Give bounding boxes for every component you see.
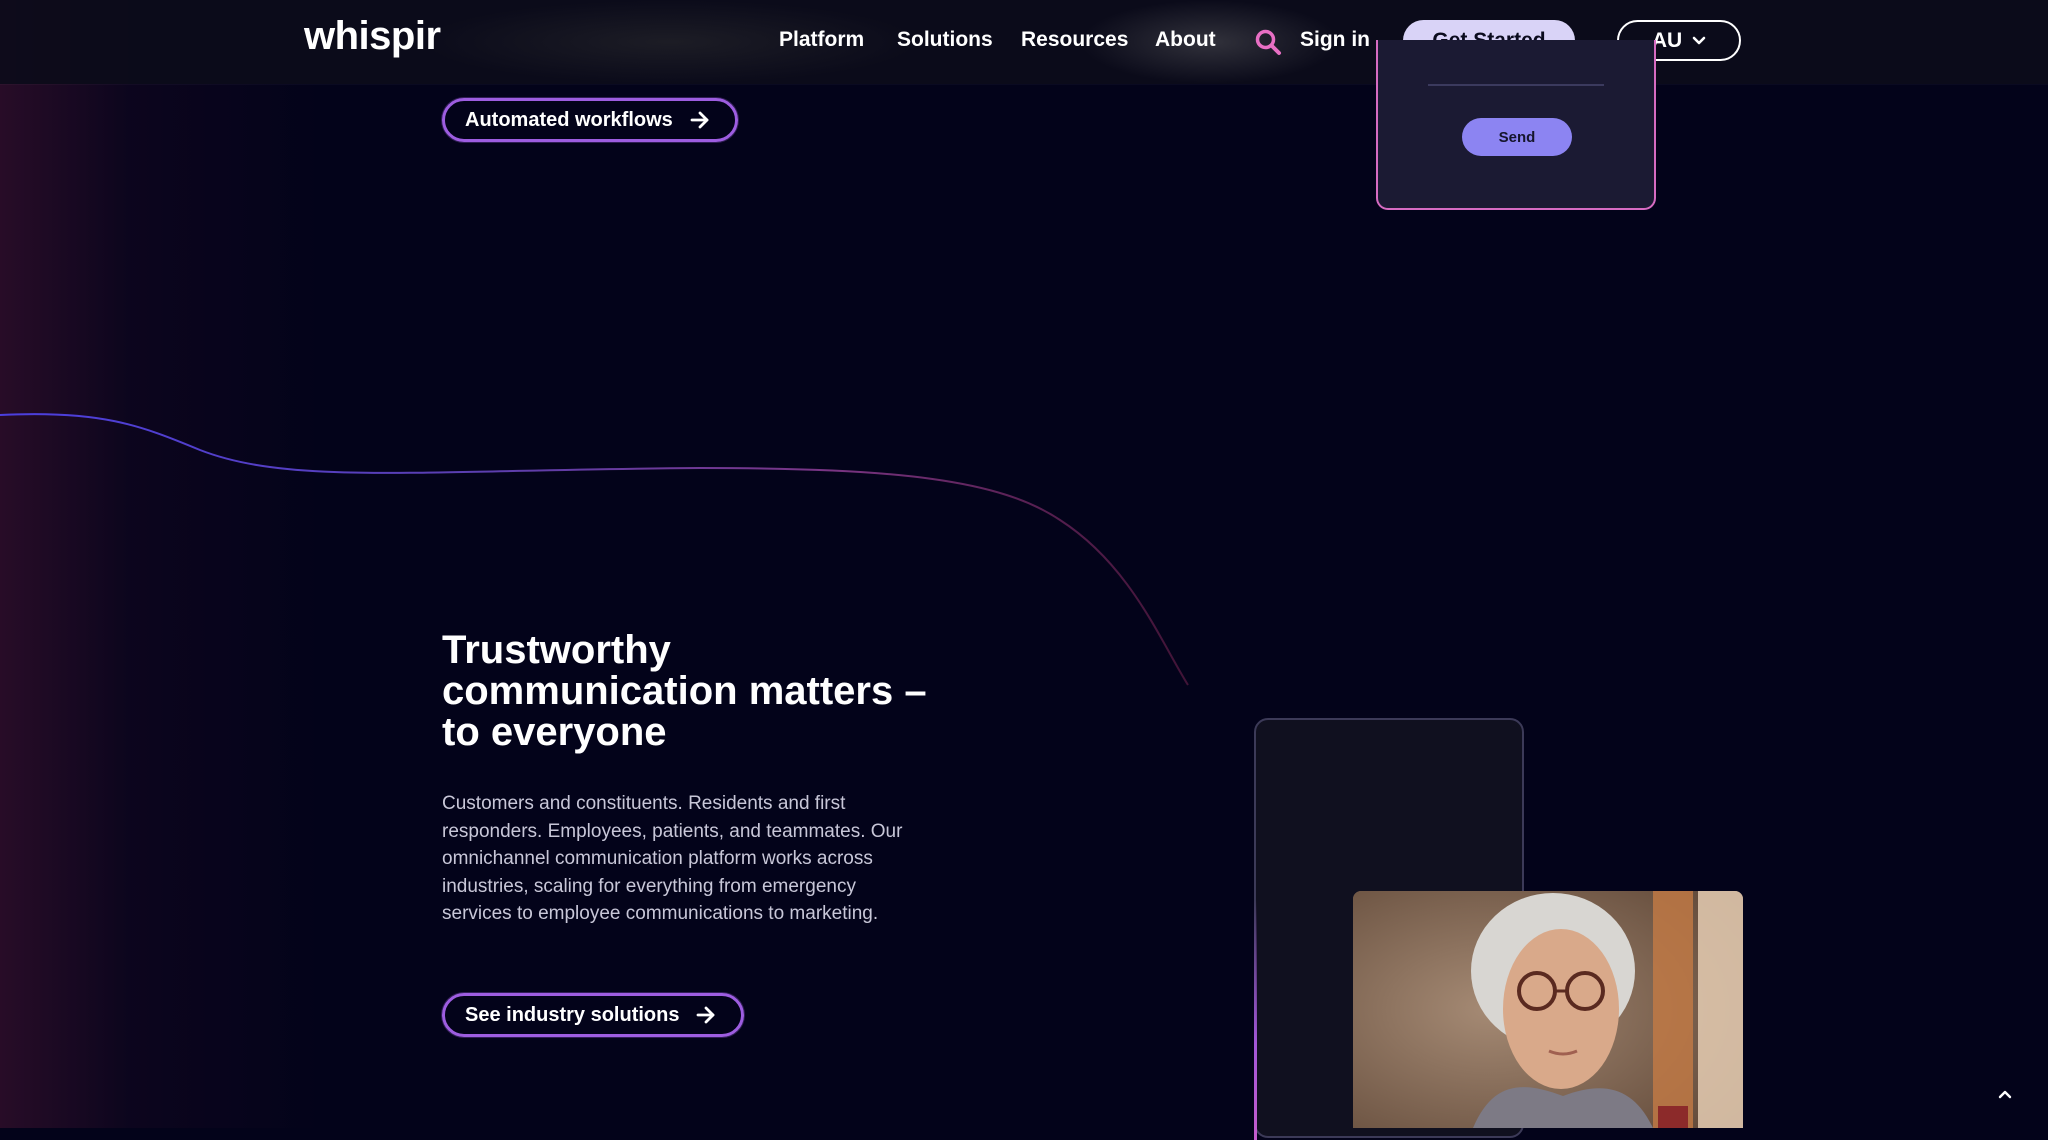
chevron-up-icon: [1998, 1090, 2012, 1099]
see-industry-solutions-label: See industry solutions: [465, 1003, 680, 1026]
nav-item-platform[interactable]: Platform: [779, 28, 864, 52]
nav-item-solutions[interactable]: Solutions: [897, 28, 993, 52]
form-input-underline[interactable]: [1428, 84, 1604, 86]
section-headline: Trustworthy communication matters – to e…: [442, 628, 927, 754]
arrow-right-icon: [697, 1006, 715, 1024]
woman-portrait-image: [1353, 891, 1743, 1128]
scroll-to-top-button[interactable]: [1985, 1074, 2025, 1114]
chevron-down-icon: [1692, 36, 1706, 44]
automated-workflows-button[interactable]: Automated workflows: [442, 98, 738, 142]
logo[interactable]: whispir: [304, 14, 441, 59]
arrow-right-icon: [690, 111, 709, 129]
automated-workflows-label: Automated workflows: [465, 108, 673, 131]
nav-item-about[interactable]: About: [1155, 28, 1216, 52]
send-button[interactable]: Send: [1462, 118, 1572, 156]
site-header: whispir Platform Solutions Resources Abo…: [0, 0, 2048, 84]
search-icon[interactable]: [1254, 28, 1282, 56]
card-accent: [1254, 900, 1257, 1140]
form-card: Send: [1376, 40, 1656, 210]
region-label: AU: [1651, 28, 1683, 52]
section-body: Customers and constituents. Residents an…: [442, 793, 903, 925]
sign-in-link[interactable]: Sign in: [1300, 28, 1370, 52]
see-industry-solutions-button[interactable]: See industry solutions: [442, 993, 745, 1037]
nav-item-resources[interactable]: Resources: [1021, 28, 1128, 52]
portrait-illustration: [1353, 891, 1743, 1128]
